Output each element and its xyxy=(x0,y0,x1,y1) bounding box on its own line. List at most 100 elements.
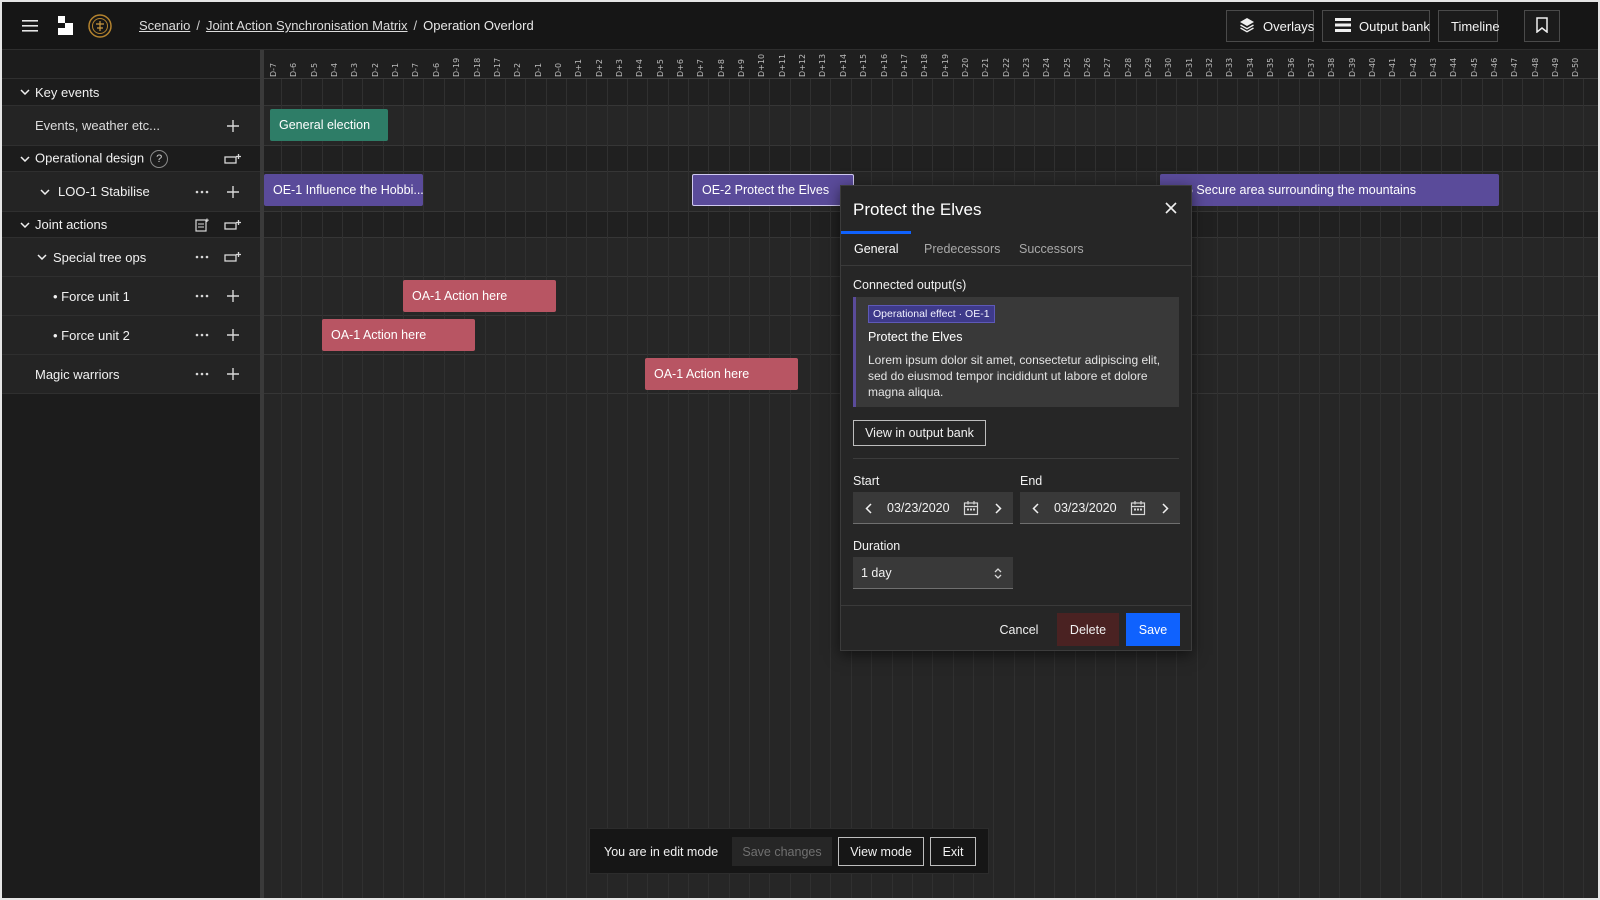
day-gridline xyxy=(443,79,445,898)
duration-select[interactable]: 1 day xyxy=(853,557,1013,589)
start-date-field[interactable]: 03/23/2020 xyxy=(853,492,1013,524)
output-bank-label: Output bank xyxy=(1359,18,1430,34)
calendar-icon[interactable] xyxy=(963,500,979,516)
bar-oa-force-unit-1[interactable]: OA-1 Action here xyxy=(403,280,556,312)
plus-icon[interactable] xyxy=(224,183,242,201)
end-date-field[interactable]: 03/23/2020 xyxy=(1020,492,1180,524)
plus-icon[interactable] xyxy=(224,287,242,305)
chevron-down-icon[interactable] xyxy=(37,254,47,260)
edit-mode-bar: You are in edit mode Save changes View m… xyxy=(589,828,989,874)
chevron-right-icon[interactable] xyxy=(1158,501,1172,515)
start-date-value: 03/23/2020 xyxy=(887,501,950,515)
group-operational-design[interactable]: Operational design? xyxy=(2,146,260,172)
top-bar: Scenario / Joint Action Synchronisation … xyxy=(2,2,1598,50)
group-key-events[interactable]: Key events xyxy=(2,79,260,106)
tab-predecessors[interactable]: Predecessors xyxy=(924,242,1000,256)
day-header: D-7 D-6 D-5 D-4 D-3 D-2 D-1 D-7 D-6 D-19 D-18 D-17 D… xyxy=(264,50,1598,79)
menu-icon[interactable] xyxy=(18,14,42,38)
day-gridline xyxy=(565,79,567,898)
save-button[interactable]: Save xyxy=(1126,613,1180,646)
more-icon[interactable] xyxy=(193,183,211,201)
day-label: D-6 xyxy=(431,62,441,77)
add-row-icon[interactable] xyxy=(224,216,242,234)
breadcrumb-scenario-link[interactable]: Scenario xyxy=(139,18,190,33)
chevron-down-icon[interactable] xyxy=(20,89,30,95)
list-icon xyxy=(1335,17,1351,35)
close-icon[interactable] xyxy=(1163,200,1179,216)
row-force-unit-2[interactable]: • Force unit 2 xyxy=(2,316,260,355)
end-label: End xyxy=(1020,474,1043,488)
delete-button[interactable]: Delete xyxy=(1057,613,1119,646)
bar-oe2[interactable]: OE-2 Protect the Elves xyxy=(692,174,854,206)
layers-icon xyxy=(1239,17,1255,36)
bar-oa-force-unit-2[interactable]: OA-1 Action here xyxy=(322,319,475,351)
app-logo-icon[interactable] xyxy=(54,14,78,38)
row-magic-warriors[interactable]: Magic warriors xyxy=(2,355,260,394)
view-in-output-bank-button[interactable]: View in output bank xyxy=(853,420,986,446)
day-label: D+1 xyxy=(574,59,584,77)
save-changes-button[interactable]: Save changes xyxy=(732,837,832,866)
output-description: Lorem ipsum dolor sit amet, consectetur … xyxy=(868,353,1161,399)
bar-oe1[interactable]: OE-1 Influence the Hobbi... xyxy=(264,174,423,206)
output-bank-button[interactable]: Output bank xyxy=(1322,10,1430,42)
cancel-button[interactable]: Cancel xyxy=(987,613,1051,646)
bar-oa-magic-warriors[interactable]: OA-1 Action here xyxy=(645,358,798,390)
plus-icon[interactable] xyxy=(224,117,242,135)
day-label: D-4 xyxy=(330,62,340,77)
chevron-down-icon[interactable] xyxy=(40,188,50,195)
day-gridline xyxy=(504,79,506,898)
bookmark-button[interactable] xyxy=(1524,10,1560,42)
day-label: D+16 xyxy=(879,53,889,77)
day-label: D+12 xyxy=(798,53,808,77)
plus-icon[interactable] xyxy=(224,365,242,383)
view-mode-button[interactable]: View mode xyxy=(838,837,924,866)
add-row-icon[interactable] xyxy=(224,248,242,266)
day-label: D-5 xyxy=(309,62,319,77)
connected-output-card: Operational effect · OE-1 Protect the El… xyxy=(853,297,1179,407)
timeline-label: Timeline xyxy=(1451,18,1500,34)
day-label: D+4 xyxy=(635,59,645,77)
day-label: D-24 xyxy=(1042,57,1052,77)
day-label: D+18 xyxy=(920,53,930,77)
chevron-right-icon[interactable] xyxy=(991,501,1005,515)
breadcrumb-matrix-link[interactable]: Joint Action Synchronisation Matrix xyxy=(206,18,408,33)
group-joint-actions[interactable]: Joint actions xyxy=(2,212,260,238)
tab-general[interactable]: General xyxy=(854,242,898,256)
add-row-icon[interactable] xyxy=(224,150,242,168)
bar-general-election[interactable]: General election xyxy=(270,109,388,141)
bar-oe3[interactable]: 5 Secure area surrounding the mountains xyxy=(1160,174,1499,206)
exit-button[interactable]: Exit xyxy=(930,837,976,866)
day-label: D-44 xyxy=(1449,57,1459,77)
tab-successors[interactable]: Successors xyxy=(1019,242,1084,256)
chevron-left-icon[interactable] xyxy=(861,501,875,515)
more-icon[interactable] xyxy=(193,248,211,266)
day-gridline xyxy=(1583,79,1585,898)
stepper-icon[interactable] xyxy=(991,566,1005,580)
chevron-down-icon[interactable] xyxy=(20,155,30,162)
more-icon[interactable] xyxy=(193,365,211,383)
row-loo1-stabilise[interactable]: LOO-1 Stabilise xyxy=(2,172,260,212)
day-label: D+6 xyxy=(676,59,685,77)
chevron-left-icon[interactable] xyxy=(1028,501,1042,515)
day-label: D+3 xyxy=(614,59,624,77)
day-label: D-1 xyxy=(533,62,543,77)
overlays-button[interactable]: Overlays xyxy=(1226,10,1314,42)
day-label: D-7 xyxy=(269,62,278,77)
row-force-unit-1[interactable]: • Force unit 1 xyxy=(2,277,260,316)
more-icon[interactable] xyxy=(193,287,211,305)
notes-icon[interactable] xyxy=(193,216,211,234)
day-gridline xyxy=(626,79,628,898)
day-label: D-34 xyxy=(1245,57,1255,77)
timeline-button[interactable]: Timeline xyxy=(1438,10,1500,42)
operational-design-label: Operational design xyxy=(35,149,145,165)
footer-divider xyxy=(841,605,1191,606)
plus-icon[interactable] xyxy=(224,326,242,344)
chevron-down-icon[interactable] xyxy=(20,221,30,228)
more-icon[interactable] xyxy=(193,326,211,344)
row-special-tree-ops[interactable]: Special tree ops xyxy=(2,238,260,277)
day-label: D-39 xyxy=(1347,57,1357,77)
day-label: D-41 xyxy=(1388,57,1398,77)
help-icon[interactable]: ? xyxy=(150,149,169,168)
calendar-icon[interactable] xyxy=(1130,500,1146,516)
day-label: D-33 xyxy=(1225,57,1235,77)
